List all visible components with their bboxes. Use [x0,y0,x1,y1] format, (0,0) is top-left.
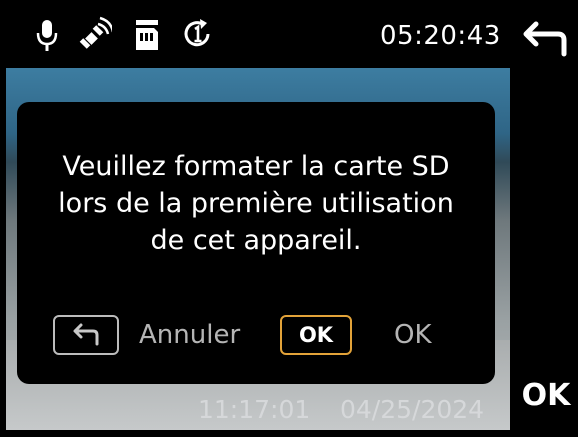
sd-card-icon [136,20,158,50]
microphone-icon [36,20,58,51]
status-clock: 05:20:43 [380,21,501,51]
loop-recording-1-icon [184,19,210,47]
dialog-message: Veuillez formater la carte SD lors de la… [17,148,495,259]
message-line: Veuillez formater la carte SD [62,151,450,182]
preview-time: 11:17:01 [198,395,311,424]
preview-date: 04/25/2024 [340,395,485,424]
gps-satellite-icon [79,16,112,49]
message-line: lors de la première utilisation [58,188,454,219]
back-button[interactable] [518,14,572,64]
right-side-panel: OK [510,0,578,437]
cancel-key-button[interactable] [53,315,119,355]
message-line: de cet appareil. [150,225,362,256]
dashcam-screen: 05:20:43 OK Veuillez formater la carte S… [0,0,578,437]
back-arrow-icon [73,323,99,346]
side-ok-button[interactable]: OK [514,378,578,414]
ok-key-button[interactable]: OK [280,315,352,355]
format-sd-dialog: Veuillez formater la carte SD lors de la… [17,102,495,384]
back-arrow-icon [523,21,567,57]
ok-label: OK [394,320,432,350]
status-bar: 05:20:43 [0,0,510,68]
cancel-label: Annuler [139,320,241,350]
